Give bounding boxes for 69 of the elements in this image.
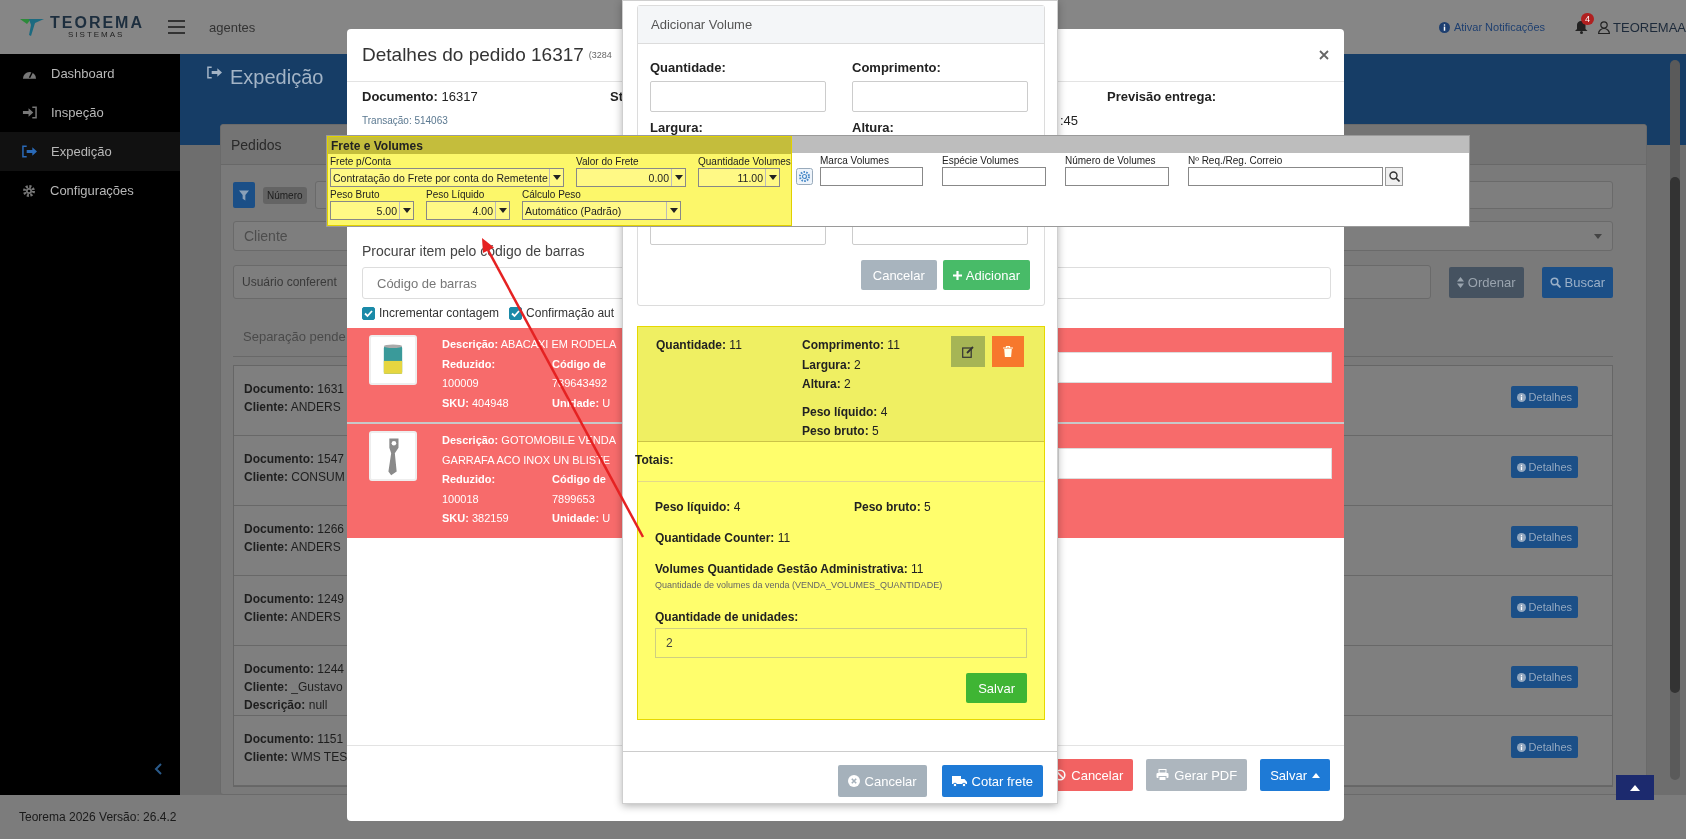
field-label: Nº Req./Reg. Correio bbox=[1188, 154, 1284, 167]
field-label: Peso Bruto bbox=[330, 188, 381, 201]
transaction-text: Transação: 514063 bbox=[362, 114, 448, 126]
order-field: Documento: 1244 bbox=[244, 662, 345, 676]
checkbox-label: Incrementar contagem bbox=[379, 306, 500, 320]
product-description: Descrição: GOTOMOBILE VENDA bbox=[442, 434, 617, 446]
checkbox-label: Confirmação aut bbox=[526, 306, 615, 320]
volume-field: Peso bruto: 5 bbox=[802, 424, 879, 438]
volume-field: Largura: 2 bbox=[802, 357, 861, 372]
field-label: Número de Volumes bbox=[1065, 154, 1157, 167]
panel-title: Frete e Volumes bbox=[328, 137, 791, 154]
field-label: Valor do Frete bbox=[576, 155, 640, 168]
field-label: Quantidade: bbox=[650, 60, 727, 76]
product-field: Unidade: U bbox=[552, 512, 611, 524]
dialog-title: Detalhes do pedido 16317 bbox=[362, 44, 584, 66]
order-field: Cliente: ANDERS bbox=[244, 400, 341, 414]
order-field: Documento: 1151 bbox=[244, 732, 344, 746]
order-field: Cliente: WMS TES bbox=[244, 750, 348, 764]
order-field: Descrição: null bbox=[244, 698, 328, 712]
total-field: Volumes Quantidade Gestão Administrativa: 11 bbox=[655, 562, 924, 576]
field-label: Altura: bbox=[852, 120, 895, 136]
version-text: Teorema 2026 Versão: 26.4.2 bbox=[19, 810, 177, 824]
volume-field: Peso líquido: 4 bbox=[802, 404, 888, 419]
document-field: Documento: 16317 bbox=[362, 88, 478, 104]
product-field: SKU: 382159 bbox=[442, 512, 509, 524]
field-label: Marca Volumes bbox=[820, 154, 890, 167]
product-field: 100009 bbox=[442, 377, 479, 389]
notification-badge: 4 bbox=[1581, 13, 1595, 25]
total-field: Peso líquido: 4 bbox=[655, 500, 854, 514]
field-label: Largura: bbox=[650, 120, 704, 136]
product-field: 7899653 bbox=[552, 492, 595, 505]
order-field: Cliente: ANDERS bbox=[244, 540, 341, 554]
volume-field: Quantidade: 11 bbox=[656, 338, 742, 352]
panel-title: Adicionar Volume bbox=[638, 6, 1044, 44]
status-label: St bbox=[610, 88, 623, 104]
order-reference: (3284 bbox=[588, 50, 612, 60]
product-field: Reduzido: bbox=[442, 473, 496, 485]
volume-field: Comprimento: 11 bbox=[802, 338, 900, 352]
order-field: Documento: 1547 bbox=[244, 452, 345, 466]
order-field: Cliente: CONSUM bbox=[244, 470, 345, 484]
product-field: SKU: 404948 bbox=[442, 396, 509, 409]
product-field: Código de bbox=[552, 357, 606, 370]
field-label: Peso Líquido bbox=[426, 188, 486, 201]
order-field: Documento: 1266 bbox=[244, 522, 345, 536]
delivery-label: Previsão entrega: bbox=[1107, 88, 1217, 104]
field-label: Quantidade de unidades: bbox=[655, 610, 800, 624]
order-field: Cliente: _Gustavo bbox=[244, 680, 343, 694]
brand-tagline: SISTEMAS bbox=[68, 31, 126, 39]
order-field: Documento: 1631 bbox=[244, 382, 345, 396]
product-field: 100018 bbox=[442, 492, 479, 505]
total-field: Quantidade Counter: 11 bbox=[655, 531, 791, 545]
volume-field: Altura: 2 bbox=[802, 377, 851, 391]
field-label: Quantidade Volumes bbox=[698, 155, 792, 168]
order-field: Cliente: ANDERS bbox=[244, 610, 341, 624]
product-description: GARRAFA ACO INOX UN BLISTE bbox=[442, 453, 611, 466]
field-label: Espécie Volumes bbox=[942, 154, 1020, 167]
total-field: Peso bruto: 5 bbox=[854, 500, 931, 514]
delivery-time: :45 bbox=[1060, 112, 1079, 128]
product-field: Código de bbox=[552, 473, 606, 485]
product-field: Reduzido: bbox=[442, 357, 496, 370]
field-label: Comprimento: bbox=[852, 60, 942, 76]
order-field: Documento: 1249 bbox=[244, 592, 345, 606]
hint-text: Quantidade de volumes da venda (VENDA_VOLUMES_QUANTIDADE) bbox=[655, 580, 944, 590]
product-description: Descrição: ABACAXI EM RODELA bbox=[442, 338, 617, 350]
context-label: agentes bbox=[209, 19, 256, 35]
field-label: Frete p/Conta bbox=[330, 155, 393, 168]
field-label: Cálculo Peso bbox=[522, 188, 582, 201]
page-title: Expedição bbox=[230, 66, 324, 89]
brand-name: TEOREMA bbox=[50, 15, 144, 31]
